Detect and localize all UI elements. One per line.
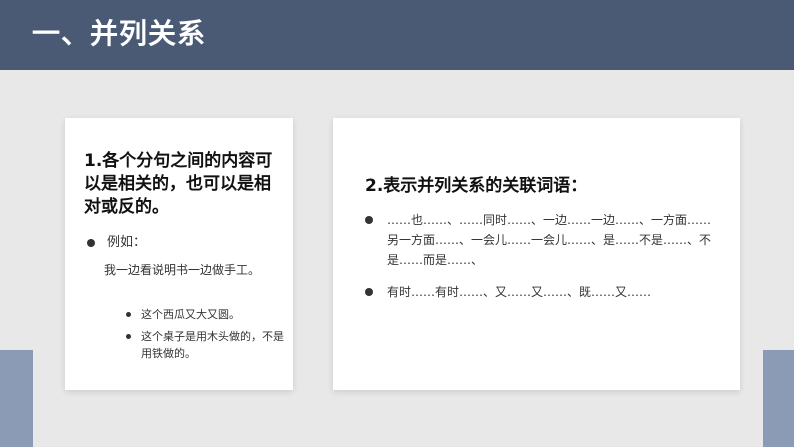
right-accent-block [763, 350, 794, 447]
conjunction-bullet-1: ……也……、……同时……、一边……一边……、一方面……另一方面……、一会儿……一… [365, 210, 715, 270]
conjunction-list-text: ……也……、……同时……、一边……一边……、一方面……另一方面……、一会儿……一… [387, 213, 712, 267]
bullet-dot-icon [87, 239, 95, 247]
sub-bullet-text: 这个西瓜又大又圆。 [141, 308, 240, 321]
slide-title: 一、并列关系 [32, 17, 207, 50]
sub-bullet-1: 这个西瓜又大又圆。 [126, 306, 286, 323]
title-bar: 一、并列关系 [0, 0, 794, 70]
left-content-card: 1.各个分句之间的内容可以是相关的，也可以是相对或反的。 例如： 我一边看说明书… [65, 118, 293, 390]
right-content-card: 2.表示并列关系的关联词语： ……也……、……同时……、一边……一边……、一方面… [333, 118, 740, 390]
conjunction-list-text: 有时……有时……、又……又……、既……又…… [387, 285, 652, 299]
bullet-dot-icon [365, 216, 373, 224]
bullet-dot-icon [126, 312, 131, 317]
left-accent-block [0, 350, 33, 447]
right-card-heading: 2.表示并列关系的关联词语： [365, 176, 588, 196]
bullet-dot-icon [126, 334, 131, 339]
example-bullet: 例如： [87, 233, 146, 253]
sub-bullet-text: 这个桌子是用木头做的，不是用铁做的。 [141, 330, 284, 360]
example-paragraph: 我一边看说明书一边做手工。 [104, 263, 261, 277]
bullet-dot-icon [365, 288, 373, 296]
example-label: 例如： [107, 235, 147, 250]
sub-bullet-2: 这个桌子是用木头做的，不是用铁做的。 [126, 328, 291, 362]
left-card-heading: 1.各个分句之间的内容可以是相关的，也可以是相对或反的。 [84, 151, 273, 217]
conjunction-bullet-2: 有时……有时……、又……又……、既……又…… [365, 282, 715, 302]
